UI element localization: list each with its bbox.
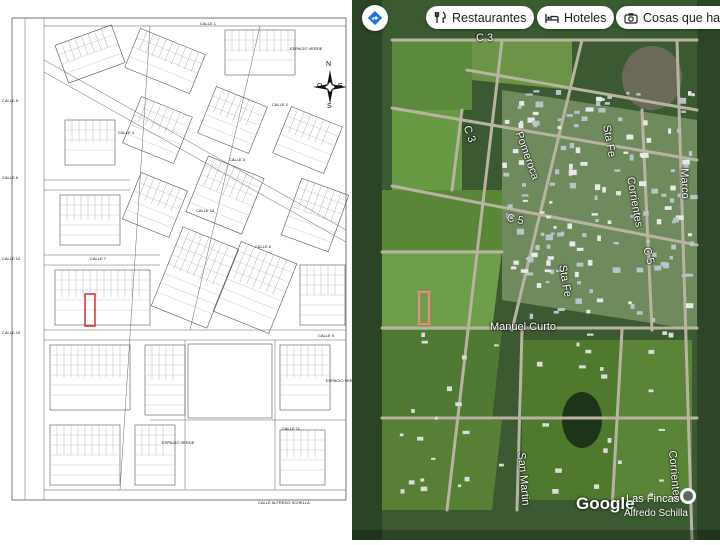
street-label: CALLE 5 xyxy=(2,98,19,103)
compass-north-label: N xyxy=(326,61,332,68)
chip-label: Hoteles xyxy=(564,10,607,25)
green-space-label: ESPACIO VERDE xyxy=(290,46,323,51)
cadastral-plan: N S E O CALLE 1 CALLE 2 CALLE 3 CALLE 4 … xyxy=(0,0,358,540)
camera-icon xyxy=(624,12,638,24)
street-label: CALLE 3 xyxy=(229,157,246,162)
place-label: Las Fincas xyxy=(626,493,680,505)
satellite-map[interactable]: Restaurantes Hoteles Cosas que ha C 3 C … xyxy=(352,0,720,540)
green-space-label: ESPACIO VERDE xyxy=(162,440,195,445)
street-label: CALLE 1 xyxy=(200,21,217,26)
street-label: CALLE 12 xyxy=(2,256,21,261)
compass-south-label: S xyxy=(327,103,332,110)
street-label: CALLE 2 xyxy=(272,102,289,107)
chip-label: Restaurantes xyxy=(452,10,527,25)
street-label: CALLE 6 xyxy=(2,175,19,180)
plan-drawing xyxy=(0,0,352,540)
chip-restaurants[interactable]: Restaurantes xyxy=(426,6,535,29)
hotel-icon xyxy=(545,13,559,23)
place-pin-icon xyxy=(680,488,696,504)
chip-things-to-do[interactable]: Cosas que ha xyxy=(616,6,720,29)
street-label: CALLE 7 xyxy=(90,256,107,261)
street-label: Manuel Curto xyxy=(490,321,557,333)
street-label: CALLE 10 xyxy=(2,330,21,335)
compass-west-label: O xyxy=(317,83,323,90)
chip-label: Cosas que ha xyxy=(643,10,720,25)
directions-button[interactable] xyxy=(362,5,388,31)
place-street-label: Alfredo Schilla xyxy=(624,508,688,519)
street-label: CALLE 8 xyxy=(255,244,272,249)
street-label: CALLE 11 xyxy=(282,426,300,431)
bottom-street-label: CALLE ALFREDO SCHELLA xyxy=(258,500,310,505)
restaurant-icon xyxy=(434,11,446,23)
compass-east-label: E xyxy=(338,83,343,90)
satellite-imagery[interactable] xyxy=(352,0,720,540)
chip-hotels[interactable]: Hoteles xyxy=(537,6,615,29)
attribution-bar xyxy=(352,530,720,540)
street-label: C 3 xyxy=(476,32,494,44)
street-label: Marco xyxy=(678,168,692,199)
directions-icon xyxy=(368,11,382,25)
street-label: CALLE 4 xyxy=(118,130,135,135)
street-label: CALLE 9 xyxy=(318,333,335,338)
street-label: CALLE 13 xyxy=(196,208,215,213)
